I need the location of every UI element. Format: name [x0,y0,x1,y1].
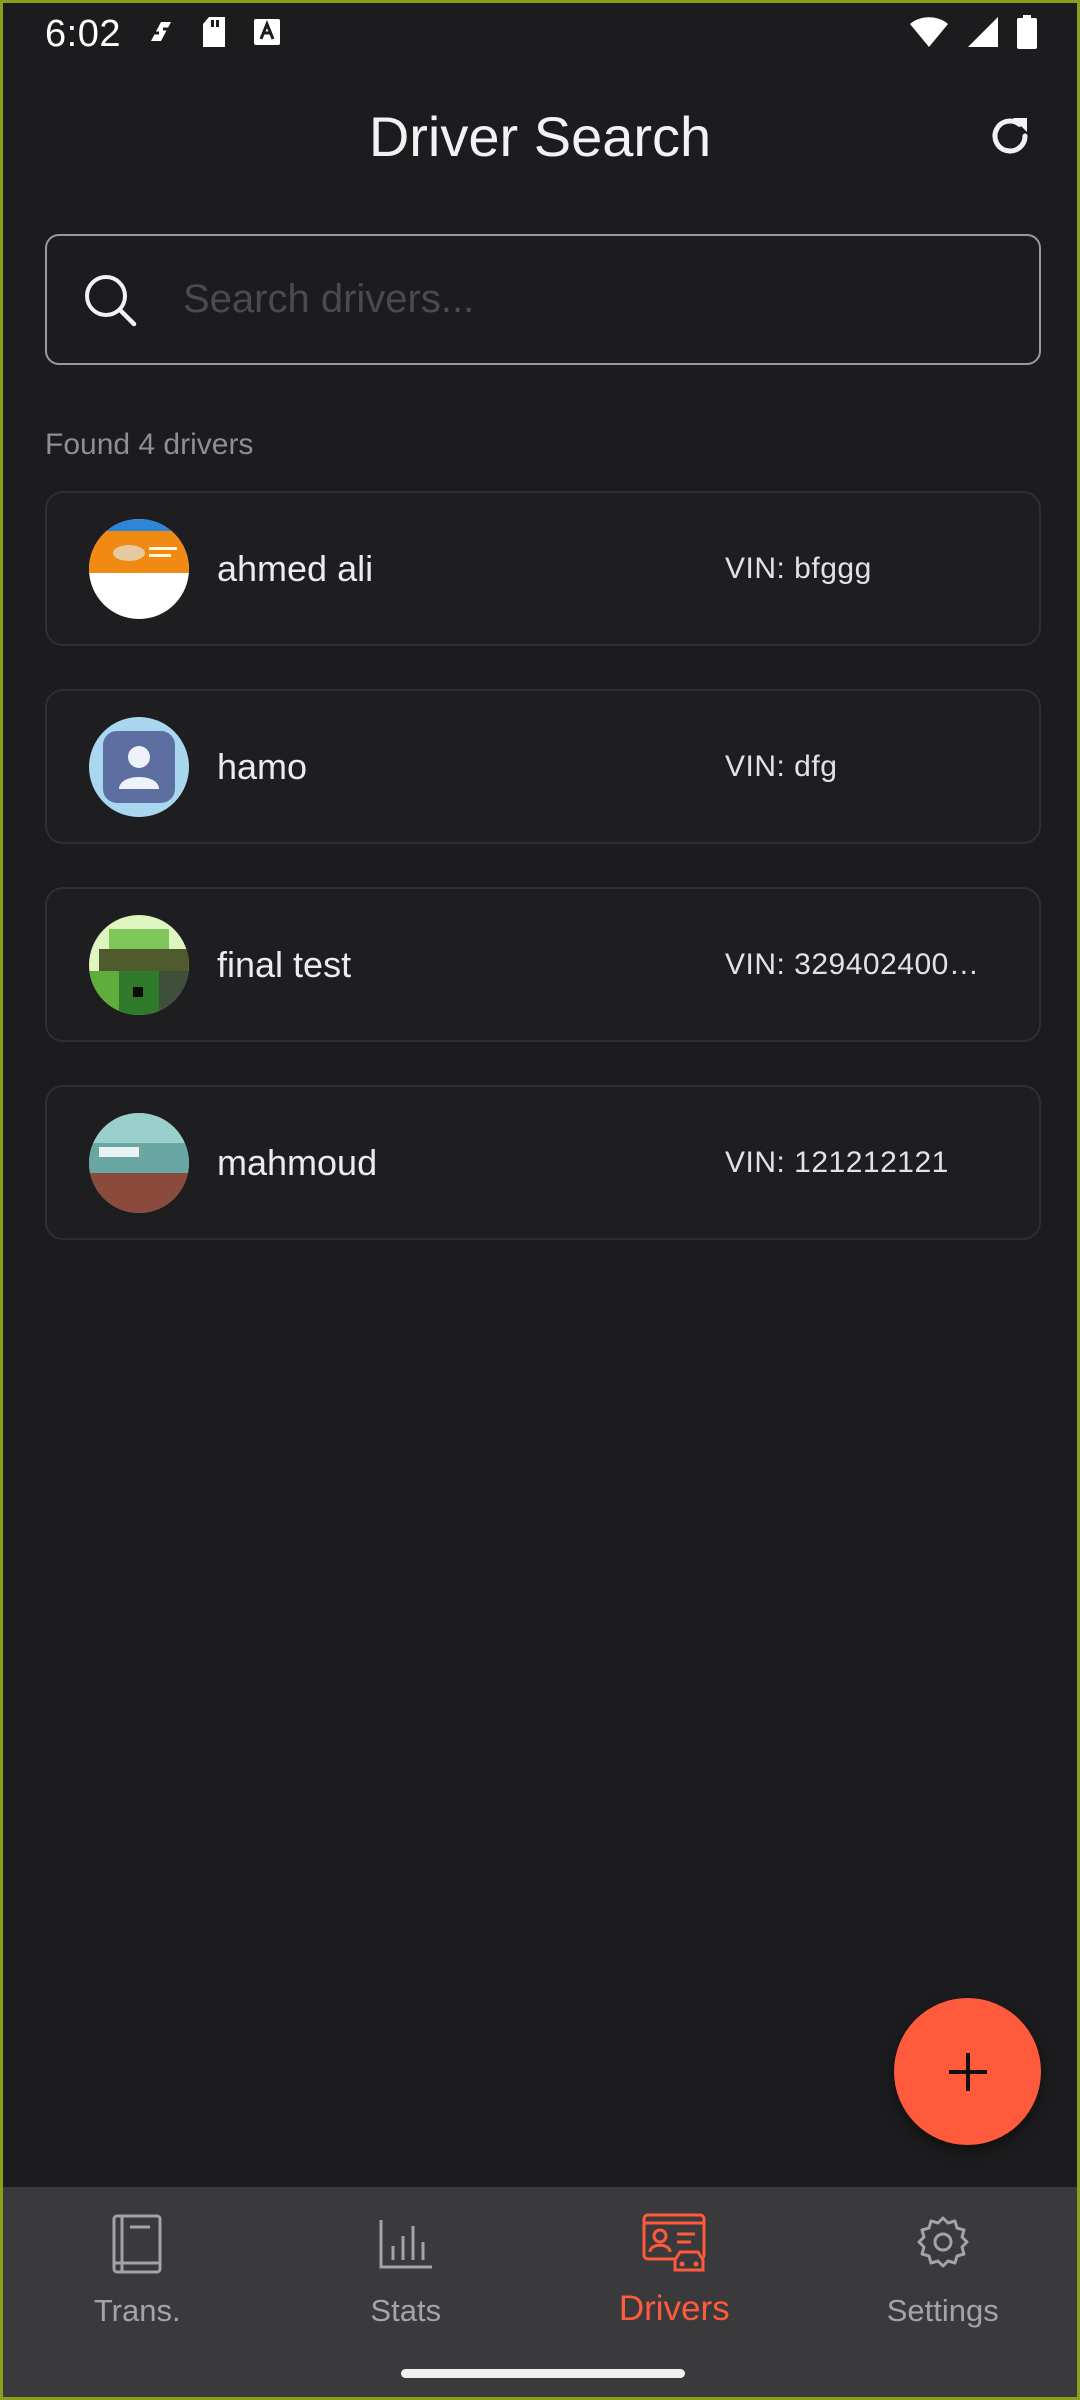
result-count: Found 4 drivers [45,428,254,461]
driver-card-icon [639,2209,709,2279]
page-title: Driver Search [368,104,712,168]
driver-vin: VIN: bfggg [725,551,872,585]
refresh-button[interactable] [977,103,1043,169]
driver-vin: VIN: 329402400… [725,947,980,981]
sd-card-icon [201,16,227,53]
bar-chart-icon [371,2209,441,2279]
avatar [89,716,189,817]
status-right [909,14,1037,54]
driver-name: mahmoud [217,1141,378,1183]
font-a-icon [253,18,281,51]
avatar [89,518,189,619]
book-icon [102,2209,172,2279]
wifi-icon [909,16,949,53]
shield-sync-icon [147,19,175,50]
plus-icon [948,2052,987,2091]
driver-name: hamo [217,745,308,787]
gear-icon [908,2209,978,2279]
nav-label: Settings [886,2293,999,2328]
nav-label: Stats [370,2293,442,2328]
nav-label: Drivers [618,2289,730,2328]
status-time: 6:02 [45,12,121,55]
driver-card[interactable]: ahmed ali VIN: bfggg [45,491,1041,646]
driver-card[interactable]: hamo VIN: dfg [45,689,1041,844]
driver-card[interactable]: final test VIN: 329402400… [45,887,1041,1042]
add-driver-button[interactable] [894,1998,1041,2145]
home-indicator[interactable] [401,2369,685,2378]
nav-item-trans[interactable]: Trans. [3,2187,272,2397]
avatar [89,1112,189,1213]
app-bar: Driver Search [3,81,1077,191]
battery-icon [1017,14,1037,54]
driver-list: ahmed ali VIN: bfggg hamo VIN: dfg final… [45,491,1041,1283]
refresh-icon [992,118,1028,154]
driver-vin: VIN: dfg [725,749,838,783]
search-icon [85,274,137,326]
status-bar: 6:02 [3,3,1077,65]
search-input[interactable] [183,236,1039,363]
search-box[interactable] [45,234,1041,365]
status-left: 6:02 [45,13,281,56]
nav-item-settings[interactable]: Settings [809,2187,1078,2397]
avatar [89,914,189,1015]
screen: 6:02 Driver Search Search drivers... Fou… [0,0,1080,2400]
cellular-signal-icon [967,16,999,53]
driver-name: ahmed ali [217,547,374,589]
driver-name: final test [217,943,352,985]
driver-card[interactable]: mahmoud VIN: 121212121 [45,1085,1041,1240]
nav-label: Trans. [93,2293,181,2328]
driver-vin: VIN: 121212121 [725,1145,949,1179]
